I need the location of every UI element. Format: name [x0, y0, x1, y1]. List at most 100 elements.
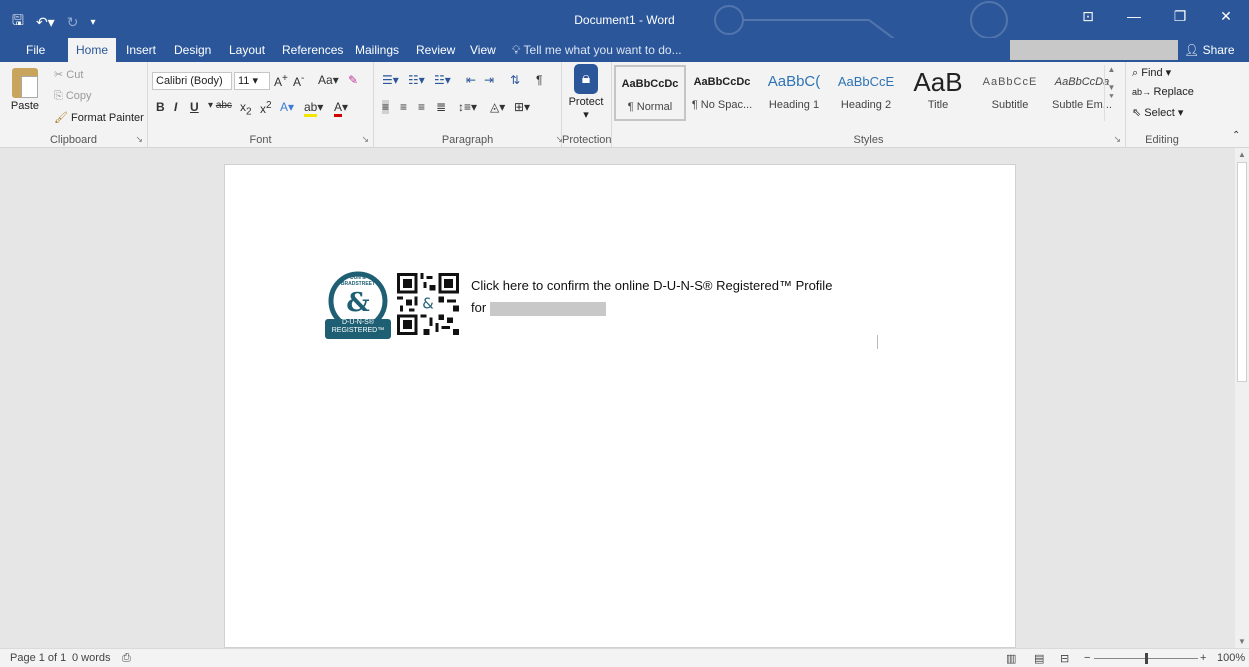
tab-view[interactable]: View — [462, 38, 504, 62]
proofing-icon[interactable]: ⎙ — [122, 652, 131, 665]
increase-indent-icon[interactable]: ⇥ — [484, 73, 494, 87]
styles-scroll[interactable]: ▲ ▼ ⯆ — [1104, 65, 1118, 121]
collapse-ribbon-icon[interactable]: ⌃ — [1232, 130, 1240, 141]
account-name-redacted[interactable] — [1010, 40, 1178, 60]
tab-file[interactable]: File — [18, 38, 53, 62]
align-center-icon[interactable]: ≡ — [400, 100, 407, 114]
tab-insert[interactable]: Insert — [118, 38, 164, 62]
seal-duns-label: D-U-N-S® — [342, 319, 374, 326]
group-clipboard: Paste ✂ Cut ⎘ Copy 🖌︎ Format Painter Cli… — [0, 62, 148, 148]
format-painter-label: Format Painter — [71, 112, 144, 124]
close-icon[interactable]: ✕ — [1203, 0, 1249, 32]
confirm-profile-link[interactable]: Click here to confirm the online D-U-N-S… — [471, 275, 891, 319]
restore-icon[interactable]: ❐ — [1157, 0, 1203, 32]
minimize-icon[interactable]: — — [1111, 0, 1157, 32]
window-title: Document1 - Word — [574, 13, 675, 27]
justify-icon[interactable]: ≣ — [436, 100, 446, 114]
zoom-out-icon[interactable]: − — [1084, 652, 1090, 664]
cut-button[interactable]: ✂ Cut — [54, 68, 83, 81]
document-page[interactable]: & D-U-N-S® REGISTERED™ DUN & BRADSTREET — [224, 164, 1016, 648]
font-name-select[interactable]: Calibri (Body) — [152, 72, 232, 90]
subscript-icon[interactable]: x2 — [240, 100, 252, 117]
style-name: ¶ No Spac... — [691, 99, 753, 111]
style-subtitle[interactable]: AaBbCcE Subtitle — [974, 65, 1046, 121]
style-normal[interactable]: AaBbCcDc ¶ Normal — [614, 65, 686, 121]
tab-references[interactable]: References — [274, 38, 351, 62]
align-right-icon[interactable]: ≡ — [418, 100, 425, 114]
scrollbar-thumb[interactable] — [1237, 162, 1247, 382]
bullets-icon[interactable]: ☰▾ — [382, 73, 399, 87]
style-no-spacing[interactable]: AaBbCcDc ¶ No Spac... — [686, 65, 758, 121]
lock-icon: 🔒︎ — [574, 64, 598, 94]
font-size-select[interactable]: 11 ▾ — [234, 72, 270, 90]
tab-layout[interactable]: Layout — [221, 38, 273, 62]
select-button[interactable]: ⇖ Select ▾ — [1132, 106, 1183, 119]
shrink-font-icon[interactable]: A- — [293, 73, 304, 89]
scroll-down-icon[interactable]: ▼ — [1235, 637, 1249, 646]
word-count[interactable]: 0 words — [72, 652, 111, 664]
highlight-icon[interactable]: ab▾ — [304, 100, 323, 117]
style-name: Title — [927, 99, 949, 111]
show-formatting-icon[interactable]: ¶ — [536, 73, 542, 87]
shading-icon[interactable]: ◬▾ — [490, 100, 505, 114]
protect-button[interactable]: 🔒︎ Protect ▾ — [565, 64, 607, 121]
underline-icon[interactable]: U — [190, 100, 199, 114]
dialog-launcher-icon[interactable]: ↘ — [361, 134, 369, 145]
sort-icon[interactable]: ⇅ — [510, 73, 520, 87]
borders-icon[interactable]: ⊞▾ — [514, 100, 530, 114]
tab-design[interactable]: Design — [166, 38, 219, 62]
clipboard-group-label: Clipboard — [49, 134, 98, 146]
share-button[interactable]: 👤︎ Share — [1184, 38, 1235, 62]
style-name: ¶ Normal — [627, 101, 673, 113]
italic-icon[interactable]: I — [174, 100, 177, 114]
zoom-level[interactable]: 100% — [1217, 652, 1245, 664]
scroll-up-icon[interactable]: ▲ — [1235, 150, 1249, 159]
style-heading-1[interactable]: AaBbC( Heading 1 — [758, 65, 830, 121]
copy-button[interactable]: ⎘ Copy — [54, 90, 92, 103]
status-bar: Page 1 of 1 0 words ⎙ ▥ ▤ ⊟ − + 100% — [0, 648, 1249, 667]
text-effects-icon[interactable]: A▾ — [280, 100, 294, 114]
tab-review[interactable]: Review — [408, 38, 463, 62]
select-label: Select — [1144, 107, 1175, 119]
paste-label: Paste — [10, 100, 40, 112]
read-mode-icon[interactable]: ▥ — [1006, 652, 1016, 665]
paste-button[interactable]: Paste — [6, 68, 44, 112]
vertical-scrollbar[interactable]: ▲ ▼ — [1235, 148, 1249, 648]
font-color-icon[interactable]: A▾ — [334, 100, 348, 117]
style-preview: AaBbC( — [767, 73, 821, 90]
bold-icon[interactable]: B — [156, 100, 165, 114]
zoom-slider-thumb[interactable] — [1145, 653, 1148, 664]
dialog-launcher-icon[interactable]: ↘ — [135, 134, 143, 145]
web-layout-icon[interactable]: ⊟ — [1060, 652, 1069, 665]
find-button[interactable]: ⌕ Find ▾ — [1132, 66, 1171, 80]
change-case-button[interactable]: Aa▾ — [318, 73, 339, 87]
tell-me-box[interactable]: 💡︎ Tell me what you want to do... — [512, 38, 682, 62]
grow-font-icon[interactable]: A+ — [274, 73, 288, 89]
dialog-launcher-icon[interactable]: ↘ — [1113, 134, 1121, 145]
change-case-label: Aa — [318, 73, 333, 87]
decrease-indent-icon[interactable]: ⇤ — [466, 73, 476, 87]
style-heading-2[interactable]: AaBbCcE Heading 2 — [830, 65, 902, 121]
zoom-in-icon[interactable]: + — [1200, 652, 1206, 664]
style-preview: AaB — [913, 67, 963, 97]
clear-formatting-icon[interactable]: ✎ — [348, 73, 358, 87]
replace-button[interactable]: ab→ Replace — [1132, 86, 1194, 98]
format-painter-button[interactable]: 🖌︎ Format Painter — [54, 111, 144, 124]
page-count[interactable]: Page 1 of 1 — [10, 652, 66, 664]
qr-code[interactable]: & — [397, 273, 459, 335]
print-layout-icon[interactable]: ▤ — [1034, 652, 1044, 665]
multilevel-list-icon[interactable]: ☳▾ — [434, 73, 451, 87]
superscript-icon[interactable]: x2 — [260, 100, 272, 116]
font-size-value: 11 — [238, 75, 250, 87]
style-title[interactable]: AaB Title — [902, 65, 974, 121]
strikethrough-icon[interactable]: ▾ abc — [208, 100, 232, 111]
numbering-icon[interactable]: ☷▾ — [408, 73, 425, 87]
tab-mailings[interactable]: Mailings — [347, 38, 407, 62]
protection-group-label: Protection — [562, 134, 612, 146]
align-left-icon[interactable]: ≡ — [382, 100, 390, 114]
ribbon-display-options-icon[interactable]: ⊡ — [1065, 0, 1111, 32]
svg-text:&: & — [422, 295, 434, 312]
tab-home[interactable]: Home — [68, 38, 117, 62]
line-spacing-icon[interactable]: ↕≡▾ — [458, 100, 477, 114]
style-name: Subtitle — [991, 99, 1029, 111]
